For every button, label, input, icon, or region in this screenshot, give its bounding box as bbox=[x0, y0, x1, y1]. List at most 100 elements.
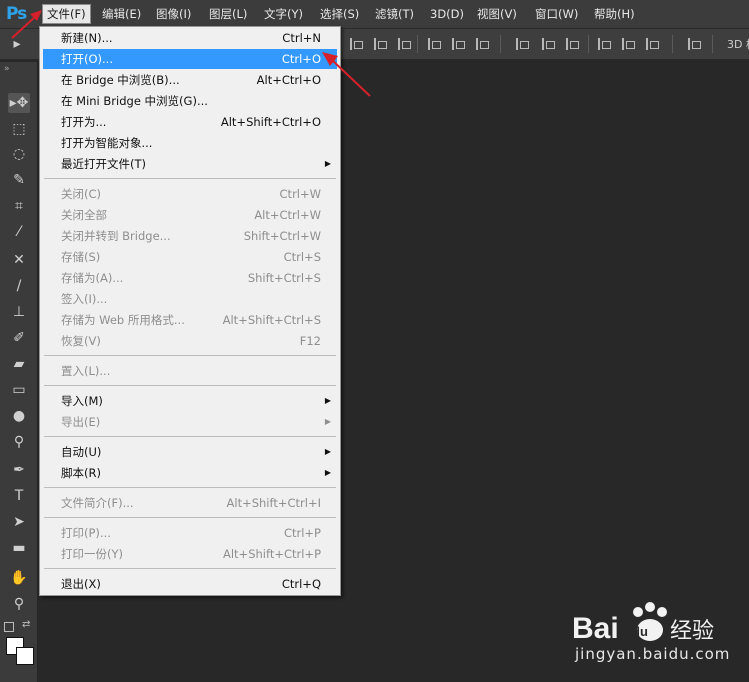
menu-item-label: 关闭全部 bbox=[61, 208, 107, 222]
swap-colors-icon[interactable]: ⇄ bbox=[22, 619, 30, 630]
menu-item-label: 关闭并转到 Bridge... bbox=[61, 229, 171, 243]
file-menu-dropdown: 新建(N)... Ctrl+N 打开(O)... Ctrl+O 在 Bridge 中浏览… bbox=[39, 26, 341, 596]
menu-item-label: 打印(P)... bbox=[61, 526, 111, 540]
menu-image[interactable]: 图像(I) bbox=[152, 5, 195, 23]
dodge-icon[interactable]: ⚲ bbox=[8, 432, 30, 452]
background-color-swatch[interactable] bbox=[16, 647, 34, 665]
zoom-icon[interactable]: ⚲ bbox=[8, 594, 30, 614]
crop-icon[interactable]: ⌗ bbox=[8, 196, 30, 216]
file-menu-item[interactable]: 新建(N)... Ctrl+N bbox=[43, 28, 337, 48]
menu-item-label: 退出(X) bbox=[61, 577, 101, 591]
quick-select-icon[interactable]: ✎ bbox=[8, 170, 30, 190]
menu-item-label: 关闭(C) bbox=[61, 187, 102, 201]
shape-icon[interactable]: ▬ bbox=[8, 538, 30, 558]
menu-item-label: 恢复(V) bbox=[61, 334, 101, 348]
path-select-icon[interactable]: ➤ bbox=[8, 512, 30, 532]
file-menu-item: 存储为 Web 所用格式... Alt+Shift+Ctrl+S bbox=[43, 310, 337, 330]
file-menu-item[interactable]: 自动(U) ▶ bbox=[43, 442, 337, 462]
menu-item-label: 新建(N)... bbox=[61, 31, 113, 45]
menu-edit[interactable]: 编辑(E) bbox=[98, 5, 145, 23]
file-menu-item[interactable]: 打开为智能对象... bbox=[43, 133, 337, 153]
eyedropper-icon[interactable]: ⁄ bbox=[8, 222, 30, 242]
menu-layer[interactable]: 图层(L) bbox=[205, 5, 251, 23]
options-divider bbox=[712, 35, 713, 53]
annotation-arrow-menu bbox=[11, 10, 42, 39]
default-colors-icon[interactable] bbox=[4, 622, 14, 632]
file-menu-item: 关闭并转到 Bridge... Shift+Ctrl+W bbox=[43, 226, 337, 246]
stamp-icon[interactable]: ⊥ bbox=[8, 302, 30, 322]
align-hcenter-icon[interactable] bbox=[450, 38, 465, 50]
file-menu-item[interactable]: 打开为... Alt+Shift+Ctrl+O bbox=[43, 112, 337, 132]
menu-item-shortcut: Alt+Shift+Ctrl+O bbox=[220, 115, 321, 129]
menu-item-label: 置入(L)... bbox=[61, 364, 111, 378]
distribute-left-icon[interactable] bbox=[596, 38, 611, 50]
collapse-panel-icon[interactable]: » bbox=[4, 64, 10, 74]
file-menu-item[interactable]: 退出(X) Ctrl+Q bbox=[43, 574, 337, 594]
menu-type[interactable]: 文字(Y) bbox=[260, 5, 307, 23]
file-menu-item[interactable]: 导入(M) ▶ bbox=[43, 391, 337, 411]
blur-icon[interactable]: ● bbox=[8, 406, 30, 426]
menu-filter[interactable]: 滤镜(T) bbox=[371, 5, 418, 23]
menu-item-shortcut: Ctrl+Q bbox=[281, 577, 321, 591]
marquee-icon[interactable]: ⬚ bbox=[8, 119, 30, 139]
menu-item-shortcut: Alt+Ctrl+W bbox=[254, 208, 321, 222]
menu-item-label: 在 Mini Bridge 中浏览(G)... bbox=[61, 94, 208, 108]
menu-item-label: 打印一份(Y) bbox=[61, 547, 123, 561]
history-brush-icon[interactable]: ✐ bbox=[8, 328, 30, 348]
distribute-top-icon[interactable] bbox=[514, 38, 529, 50]
menu-item-shortcut: Ctrl+N bbox=[282, 31, 321, 45]
align-left-icon[interactable] bbox=[426, 38, 441, 50]
distribute-bottom-icon[interactable] bbox=[564, 38, 579, 50]
menu-3d[interactable]: 3D(D) bbox=[426, 5, 468, 23]
file-menu-item: 文件简介(F)... Alt+Shift+Ctrl+I bbox=[43, 493, 337, 513]
align-vcenter-icon[interactable] bbox=[372, 38, 387, 50]
menu-file[interactable]: 文件(F) bbox=[42, 4, 91, 24]
lasso-icon[interactable]: ◌ bbox=[8, 144, 30, 164]
file-menu-item: 签入(I)... bbox=[43, 289, 337, 309]
menu-item-shortcut: Alt+Shift+Ctrl+P bbox=[222, 547, 321, 561]
distribute-hcenter-icon[interactable] bbox=[620, 38, 635, 50]
menu-item-label: 打开为... bbox=[61, 115, 107, 129]
auto-align-icon[interactable] bbox=[686, 38, 701, 50]
distribute-vcenter-icon[interactable] bbox=[540, 38, 555, 50]
submenu-arrow-icon: ▶ bbox=[324, 396, 331, 405]
menu-item-label: 导出(E) bbox=[61, 415, 101, 429]
type-icon[interactable]: T bbox=[8, 486, 30, 506]
pen-icon[interactable]: ✒ bbox=[8, 460, 30, 480]
hand-icon[interactable]: ✋ bbox=[8, 568, 30, 588]
menu-separator bbox=[44, 487, 336, 488]
menu-help[interactable]: 帮助(H) bbox=[590, 5, 639, 23]
menu-separator bbox=[44, 568, 336, 569]
menu-item-label: 文件简介(F)... bbox=[61, 496, 134, 510]
file-menu-item[interactable]: 在 Bridge 中浏览(B)... Alt+Ctrl+O bbox=[43, 70, 337, 90]
options-divider bbox=[588, 35, 589, 53]
menu-item-label: 脚本(R) bbox=[61, 466, 101, 480]
brush-icon[interactable]: / bbox=[8, 276, 30, 296]
menu-view[interactable]: 视图(V) bbox=[473, 5, 521, 23]
menu-item-label: 打开(O)... bbox=[61, 52, 113, 66]
3d-mode-label[interactable]: 3D 模 bbox=[727, 36, 749, 52]
menu-window[interactable]: 窗口(W) bbox=[531, 5, 582, 23]
align-bottom-icon[interactable] bbox=[396, 38, 411, 50]
file-menu-item: 置入(L)... bbox=[43, 361, 337, 381]
menu-item-shortcut: Shift+Ctrl+W bbox=[243, 229, 321, 243]
menu-select[interactable]: 选择(S) bbox=[316, 5, 363, 23]
file-menu-item: 关闭(C) Ctrl+W bbox=[43, 184, 337, 204]
submenu-arrow-icon: ▶ bbox=[324, 447, 331, 456]
options-divider bbox=[500, 35, 501, 53]
file-menu-item[interactable]: 脚本(R) ▶ bbox=[43, 463, 337, 483]
move-icon[interactable]: ▸✥ bbox=[8, 93, 30, 113]
file-menu-item[interactable]: 打开(O)... Ctrl+O bbox=[43, 49, 337, 69]
menu-item-label: 存储为(A)... bbox=[61, 271, 124, 285]
healing-icon[interactable]: ✕ bbox=[8, 250, 30, 270]
menu-separator bbox=[44, 517, 336, 518]
menu-item-shortcut: Alt+Shift+Ctrl+S bbox=[222, 313, 321, 327]
file-menu-item[interactable]: 在 Mini Bridge 中浏览(G)... bbox=[43, 91, 337, 111]
file-menu-item: 存储为(A)... Shift+Ctrl+S bbox=[43, 268, 337, 288]
menu-separator bbox=[44, 355, 336, 356]
distribute-right-icon[interactable] bbox=[644, 38, 659, 50]
align-right-icon[interactable] bbox=[474, 38, 489, 50]
eraser-icon[interactable]: ▰ bbox=[8, 354, 30, 374]
file-menu-item[interactable]: 最近打开文件(T) ▶ bbox=[43, 154, 337, 174]
gradient-icon[interactable]: ▭ bbox=[8, 380, 30, 400]
